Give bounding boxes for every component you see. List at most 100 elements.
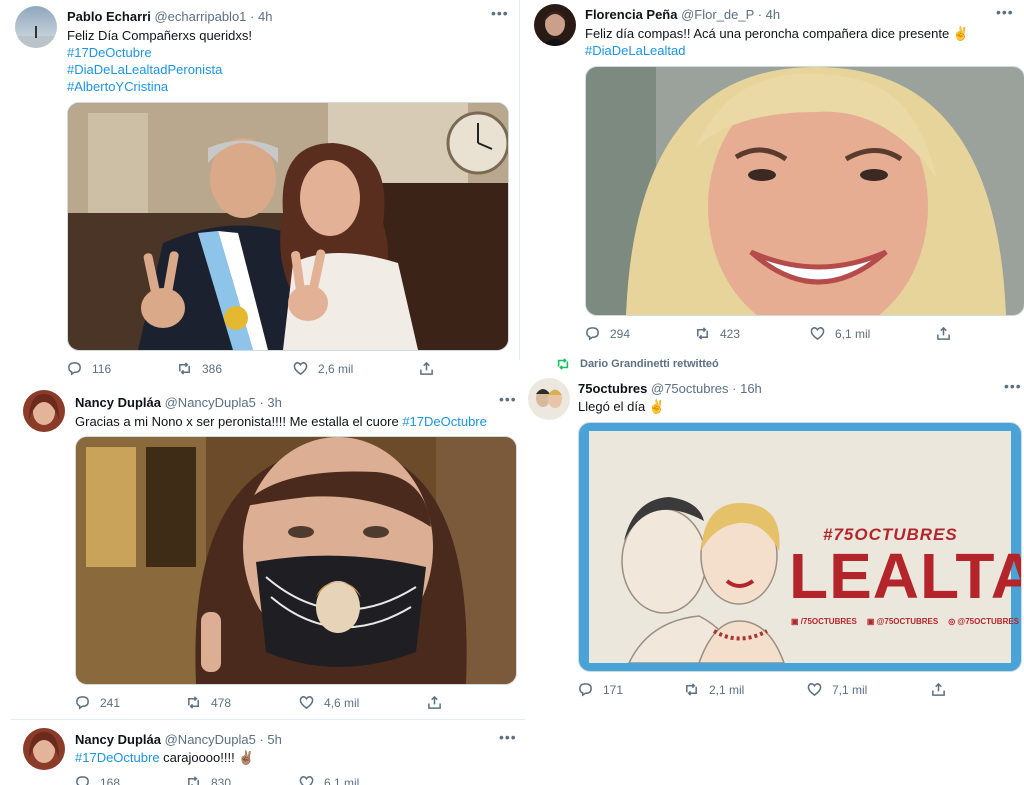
tweet-poster[interactable]: #75OCTUBRES LEALTAD ▣ /75OCTUBRES ▣ @75O…: [578, 422, 1022, 672]
retweet-button[interactable]: 478: [186, 695, 231, 710]
display-name[interactable]: 75octubres: [578, 381, 647, 396]
facebook-icon: ▣: [791, 617, 799, 626]
heart-icon: [810, 327, 825, 341]
tweet-text: Gracias a mi Nono x ser peronista!!!! Me…: [75, 414, 403, 429]
more-icon[interactable]: •••: [1004, 378, 1022, 394]
retweet-count: 423: [720, 326, 741, 341]
like-button[interactable]: 7,1 mil: [807, 682, 867, 697]
avatar[interactable]: [15, 6, 57, 48]
handle[interactable]: @NancyDupla5: [165, 732, 256, 747]
share-button[interactable]: [931, 682, 946, 697]
share-icon: [428, 695, 441, 709]
tweet-75octubres[interactable]: Dario Grandinetti retwitteó 75octubres @…: [520, 352, 1024, 710]
more-icon[interactable]: •••: [996, 4, 1014, 20]
hashtag-link[interactable]: #17DeOctubre: [75, 750, 160, 765]
heart-icon: [807, 683, 822, 697]
tweet-text: Feliz Día Compañerxs queridxs!: [67, 28, 252, 43]
tweet-nancy-duplaa-1[interactable]: Nancy Dupláa @NancyDupla5 · 3h ••• Graci…: [10, 382, 525, 720]
tweet-photo[interactable]: [585, 66, 1024, 316]
like-count: 6,1 mil: [324, 775, 360, 785]
avatar[interactable]: [23, 390, 65, 432]
reply-button[interactable]: 171: [578, 682, 623, 697]
retweet-context[interactable]: Dario Grandinetti retwitteó: [556, 357, 719, 371]
handle[interactable]: @75octubres: [651, 381, 729, 396]
like-button[interactable]: 2,6 mil: [293, 361, 353, 376]
retweet-icon: [697, 327, 708, 340]
share-button[interactable]: [427, 695, 442, 710]
reply-icon: [586, 327, 599, 341]
reply-count: 241: [100, 695, 121, 710]
instagram-icon: ◎: [948, 617, 956, 626]
display-name[interactable]: Florencia Peña: [585, 7, 677, 22]
hashtag-link[interactable]: #DiaDeLaLealtad: [585, 42, 1015, 59]
more-icon[interactable]: •••: [499, 391, 517, 407]
handle[interactable]: @Flor_de_P: [681, 7, 754, 22]
heart-icon: [299, 776, 314, 785]
share-icon: [937, 326, 950, 340]
avatar[interactable]: [23, 728, 65, 770]
like-count: 4,6 mil: [324, 695, 360, 710]
like-count: 2,6 mil: [318, 361, 354, 376]
more-icon[interactable]: •••: [491, 5, 509, 21]
timestamp[interactable]: · 3h: [259, 395, 281, 410]
avatar[interactable]: [534, 4, 576, 46]
heart-icon: [299, 696, 314, 710]
tweet-photo[interactable]: [75, 436, 517, 685]
display-name[interactable]: Pablo Echarri: [67, 9, 151, 24]
tweet-photo[interactable]: [67, 102, 509, 351]
avatar[interactable]: [528, 378, 570, 420]
tweet-florencia-pena[interactable]: Florencia Peña @Flor_de_P · 4h ••• Feliz…: [520, 0, 1024, 352]
reply-count: 171: [603, 682, 624, 697]
like-count: 7,1 mil: [832, 682, 868, 697]
reply-button[interactable]: 168: [75, 775, 120, 785]
retweet-button[interactable]: 2,1 mil: [684, 682, 744, 697]
like-count: 6,1 mil: [835, 326, 871, 341]
reply-button[interactable]: 294: [585, 326, 630, 341]
share-button[interactable]: [936, 326, 951, 341]
like-button[interactable]: 4,6 mil: [299, 695, 359, 710]
retweet-icon: [179, 362, 190, 375]
display-name[interactable]: Nancy Dupláa: [75, 395, 161, 410]
poster-instagram: ◎ @75OCTUBRES: [948, 617, 1020, 626]
reply-count: 168: [100, 775, 121, 785]
reply-button[interactable]: 241: [75, 695, 120, 710]
reply-button[interactable]: 116: [67, 361, 111, 376]
poster-headline: LEALTAD: [789, 540, 1021, 612]
timestamp[interactable]: · 5h: [259, 732, 281, 747]
like-button[interactable]: 6,1 mil: [810, 326, 870, 341]
handle[interactable]: @NancyDupla5: [165, 395, 256, 410]
retweet-count: 2,1 mil: [709, 682, 745, 697]
retweet-icon: [188, 776, 199, 785]
tweet-text: Llegó el día ✌: [578, 399, 666, 414]
retweet-count: 386: [202, 361, 223, 376]
retweet-icon: [686, 683, 697, 696]
poster-facebook: ▣ /75OCTUBRES: [791, 617, 857, 626]
retweet-button[interactable]: 423: [695, 326, 740, 341]
retweeted-by: Dario Grandinetti retwitteó: [580, 358, 719, 370]
like-button[interactable]: 6,1 mil: [299, 775, 359, 785]
tweet-pablo-echarri[interactable]: Pablo Echarri @echarripablo1 · 4h ••• Fe…: [0, 0, 519, 382]
more-icon[interactable]: •••: [499, 729, 517, 745]
hashtag-link[interactable]: #17DeOctubre: [67, 44, 507, 61]
share-icon: [420, 361, 433, 375]
reply-icon: [579, 683, 592, 697]
hashtag-link[interactable]: #DiaDeLaLealtadPeronista: [67, 61, 507, 78]
twitter-icon: ▣: [866, 617, 875, 626]
timestamp[interactable]: · 4h: [250, 9, 272, 24]
reply-icon: [76, 776, 89, 785]
reply-count: 116: [92, 361, 112, 376]
poster-twitter: ▣ @75OCTUBRES: [866, 617, 939, 626]
tweet-text: carajoooo!!!! ✌🏽: [159, 750, 255, 765]
handle[interactable]: @echarripablo1: [154, 9, 246, 24]
retweet-button[interactable]: 830: [186, 775, 231, 785]
retweet-count: 478: [211, 695, 232, 710]
hashtag-link[interactable]: #AlbertoYCristina: [67, 78, 507, 95]
heart-icon: [293, 362, 308, 376]
retweet-button[interactable]: 386: [177, 361, 222, 376]
share-button[interactable]: [419, 361, 434, 376]
tweet-nancy-duplaa-2[interactable]: Nancy Dupláa @NancyDupla5 · 5h ••• #17De…: [10, 720, 525, 785]
display-name[interactable]: Nancy Dupláa: [75, 732, 161, 747]
timestamp[interactable]: · 16h: [732, 381, 762, 396]
hashtag-link[interactable]: #17DeOctubre: [402, 414, 487, 429]
timestamp[interactable]: · 4h: [758, 7, 780, 22]
